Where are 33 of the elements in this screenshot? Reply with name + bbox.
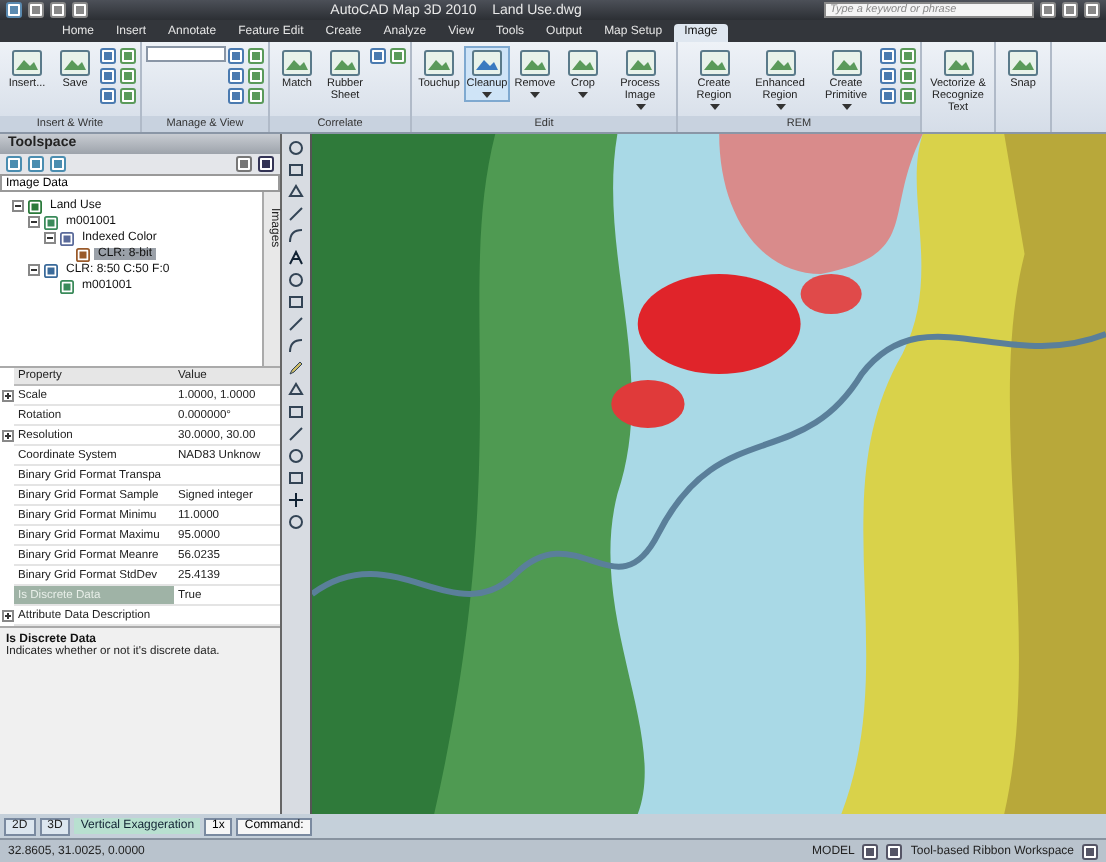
caret-icon [530,92,540,99]
caret-icon [709,104,719,111]
line-icon[interactable] [288,206,304,222]
expand-icon[interactable] [1,610,13,622]
collapse-icon[interactable] [44,232,56,244]
circle-icon[interactable] [288,272,304,288]
line-icon[interactable] [288,316,304,332]
polygon-icon[interactable] [288,382,304,398]
expand-icon[interactable] [1,430,13,442]
expand-icon[interactable] [1,390,13,402]
collapse-icon[interactable] [28,264,40,276]
circle-icon[interactable] [288,448,304,464]
caret-icon [578,92,588,99]
rectangle-icon[interactable] [288,294,304,310]
pencil-icon[interactable] [288,360,304,376]
text-icon[interactable] [288,250,304,266]
curve-icon[interactable] [288,228,304,244]
dropdown-field[interactable] [146,46,226,62]
move-icon[interactable] [288,492,304,508]
curve-icon[interactable] [288,338,304,354]
polygon-icon[interactable] [288,184,304,200]
circle-icon[interactable] [288,140,304,156]
collapse-icon[interactable] [28,216,40,228]
line-icon[interactable] [288,426,304,442]
circle-icon[interactable] [288,514,304,530]
rectangle-icon[interactable] [288,404,304,420]
rectangle-icon[interactable] [288,162,304,178]
caret-icon [635,104,645,111]
collapse-icon[interactable] [12,200,24,212]
rectangle-icon[interactable] [288,470,304,486]
caret-icon [841,104,851,111]
caret-icon [482,92,492,99]
caret-icon [775,104,785,111]
